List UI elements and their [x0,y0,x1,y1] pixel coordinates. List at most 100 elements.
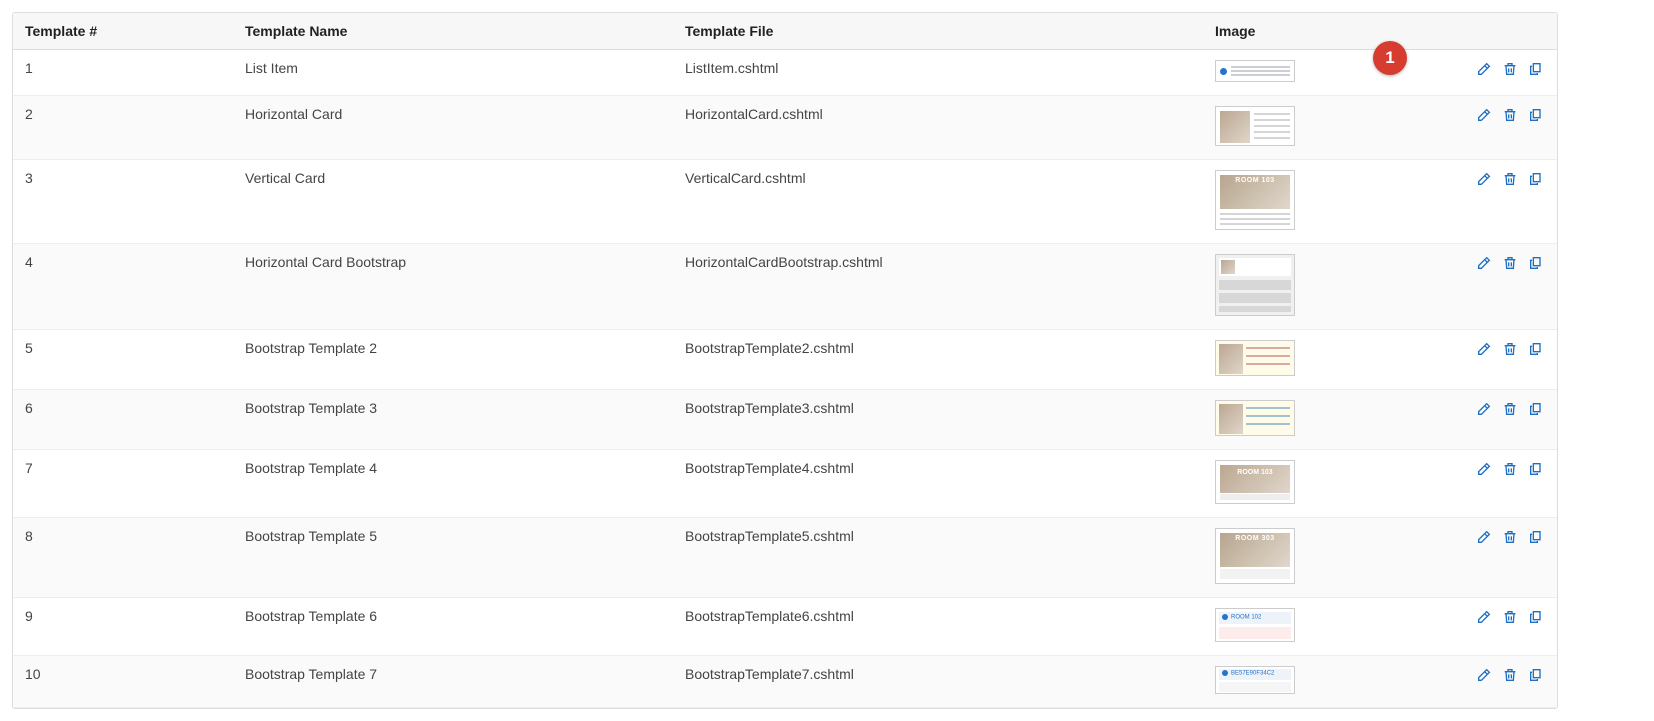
edit-icon[interactable] [1475,460,1493,478]
template-thumbnail[interactable] [1215,400,1295,436]
thumbnail-label: ROOM 303 [1216,535,1294,542]
cell-actions [1453,450,1558,518]
table-row: 8 Bootstrap Template 5 BootstrapTemplate… [13,518,1558,598]
copy-icon[interactable] [1527,60,1545,78]
col-header-num[interactable]: Template # [13,13,233,50]
cell-name: Bootstrap Template 3 [233,390,673,450]
cell-image: ROOM 303 [1203,518,1453,598]
cell-file: ListItem.cshtml [673,50,1203,96]
delete-icon[interactable] [1501,254,1519,272]
template-thumbnail[interactable] [1215,254,1295,316]
cell-file: VerticalCard.cshtml [673,160,1203,244]
edit-icon[interactable] [1475,608,1493,626]
col-header-name[interactable]: Template Name [233,13,673,50]
table-row: 10 Bootstrap Template 7 BootstrapTemplat… [13,656,1558,708]
delete-icon[interactable] [1501,528,1519,546]
table-row: 6 Bootstrap Template 3 BootstrapTemplate… [13,390,1558,450]
cell-file: BootstrapTemplate4.cshtml [673,450,1203,518]
edit-icon[interactable] [1475,400,1493,418]
templates-table: Template # Template Name Template File I… [13,13,1558,708]
cell-file: BootstrapTemplate3.cshtml [673,390,1203,450]
edit-icon[interactable] [1475,340,1493,358]
copy-icon[interactable] [1527,666,1545,684]
edit-icon[interactable] [1475,170,1493,188]
edit-icon[interactable] [1475,528,1493,546]
copy-icon[interactable] [1527,106,1545,124]
col-header-image[interactable]: Image [1203,13,1453,50]
edit-icon[interactable] [1475,254,1493,272]
cell-image [1203,330,1453,390]
cell-name: Horizontal Card Bootstrap [233,244,673,330]
delete-icon[interactable] [1501,60,1519,78]
copy-icon[interactable] [1527,170,1545,188]
cell-actions [1453,244,1558,330]
table-row: 2 Horizontal Card HorizontalCard.cshtml [13,96,1558,160]
delete-icon[interactable] [1501,400,1519,418]
table-row: 3 Vertical Card VerticalCard.cshtml ROOM… [13,160,1558,244]
copy-icon[interactable] [1527,254,1545,272]
delete-icon[interactable] [1501,340,1519,358]
copy-icon[interactable] [1527,400,1545,418]
copy-icon[interactable] [1527,608,1545,626]
template-thumbnail[interactable]: ROOM 103 [1215,460,1295,504]
copy-icon[interactable] [1527,460,1545,478]
cell-name: Bootstrap Template 7 [233,656,673,708]
thumbnail-label: ROOM 103 [1216,469,1294,476]
delete-icon[interactable] [1501,170,1519,188]
cell-num: 10 [13,656,233,708]
cell-actions [1453,598,1558,656]
cell-actions [1453,50,1558,96]
cell-num: 9 [13,598,233,656]
cell-image: ROOM 103 [1203,160,1453,244]
cell-name: Horizontal Card [233,96,673,160]
cell-num: 5 [13,330,233,390]
table-row: 1 List Item ListItem.cshtml [13,50,1558,96]
cell-num: 6 [13,390,233,450]
cell-num: 8 [13,518,233,598]
template-thumbnail[interactable] [1215,340,1295,376]
edit-icon[interactable] [1475,666,1493,684]
table-header-row: Template # Template Name Template File I… [13,13,1558,50]
delete-icon[interactable] [1501,666,1519,684]
delete-icon[interactable] [1501,106,1519,124]
cell-image [1203,244,1453,330]
cell-actions [1453,518,1558,598]
table-row: 4 Horizontal Card Bootstrap HorizontalCa… [13,244,1558,330]
copy-icon[interactable] [1527,528,1545,546]
cell-actions [1453,390,1558,450]
cell-file: BootstrapTemplate5.cshtml [673,518,1203,598]
thumbnail-label: BE57E90F34C2 [1219,669,1291,680]
cell-name: Bootstrap Template 5 [233,518,673,598]
cell-file: HorizontalCardBootstrap.cshtml [673,244,1203,330]
template-thumbnail[interactable]: ROOM 303 [1215,528,1295,584]
col-header-file[interactable]: Template File [673,13,1203,50]
thumbnail-label: ROOM 103 [1216,177,1294,184]
cell-image: BE57E90F34C2 [1203,656,1453,708]
cell-file: BootstrapTemplate2.cshtml [673,330,1203,390]
cell-name: Bootstrap Template 4 [233,450,673,518]
cell-actions [1453,96,1558,160]
template-thumbnail[interactable] [1215,106,1295,146]
edit-icon[interactable] [1475,60,1493,78]
cell-name: Bootstrap Template 6 [233,598,673,656]
delete-icon[interactable] [1501,608,1519,626]
cell-num: 2 [13,96,233,160]
cell-name: Vertical Card [233,160,673,244]
cell-file: HorizontalCard.cshtml [673,96,1203,160]
cell-actions [1453,160,1558,244]
template-thumbnail[interactable]: BE57E90F34C2 [1215,666,1295,694]
edit-icon[interactable] [1475,106,1493,124]
template-thumbnail[interactable]: ROOM 103 [1215,170,1295,230]
table-row: 5 Bootstrap Template 2 BootstrapTemplate… [13,330,1558,390]
copy-icon[interactable] [1527,340,1545,358]
cell-image [1203,50,1453,96]
col-header-actions [1453,13,1558,50]
cell-file: BootstrapTemplate6.cshtml [673,598,1203,656]
templates-table-container: 1 Template # Template Name Template File… [12,12,1558,709]
template-thumbnail[interactable] [1215,60,1295,82]
cell-num: 4 [13,244,233,330]
template-thumbnail[interactable]: ROOM 102 [1215,608,1295,642]
delete-icon[interactable] [1501,460,1519,478]
cell-image: ROOM 103 [1203,450,1453,518]
cell-image: ROOM 102 [1203,598,1453,656]
